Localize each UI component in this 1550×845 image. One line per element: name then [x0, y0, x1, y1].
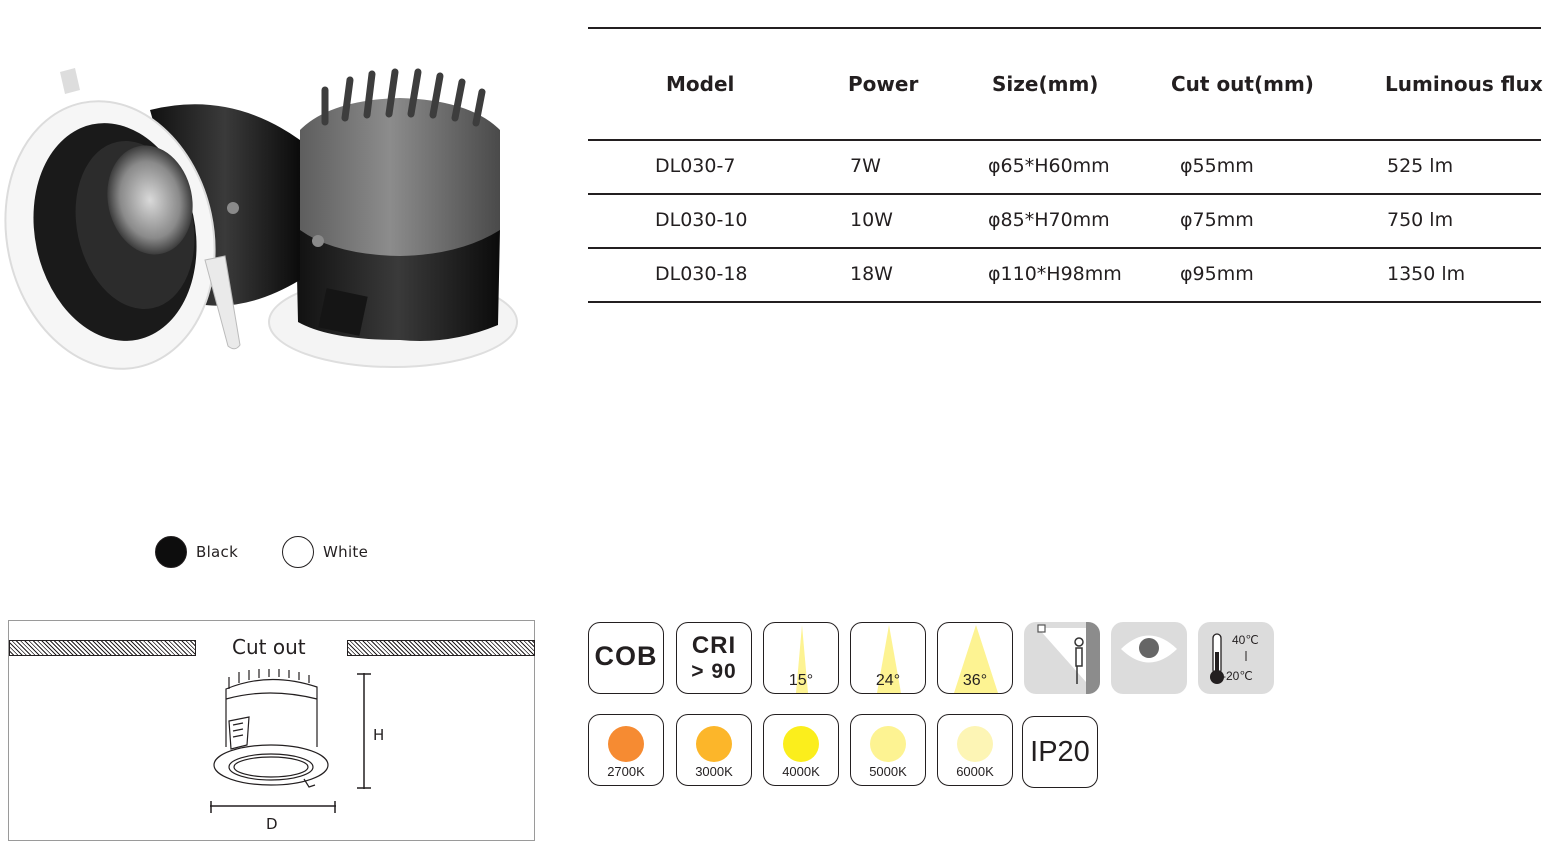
- anti-glare-badge: [1111, 622, 1187, 694]
- cob-label: COB: [594, 641, 658, 671]
- cell-cutout: φ55mm: [1180, 155, 1254, 177]
- ceiling-section-left: [9, 640, 196, 656]
- header-model: Model: [666, 72, 735, 96]
- color-label: Black: [196, 543, 239, 561]
- ceiling-section-right: [347, 640, 535, 656]
- color-option-black: Black: [155, 536, 238, 568]
- operating-temperature-badge: 40℃ -20℃: [1198, 622, 1274, 694]
- cell-power: 10W: [850, 209, 893, 231]
- table-header-row: Model Power Size(mm) Cut out(mm) Luminou…: [588, 29, 1543, 141]
- cct-label: 4000K: [782, 764, 820, 779]
- color-dot: [696, 726, 732, 762]
- cri-badge: CRI > 90: [676, 622, 752, 694]
- cut-out-label: Cut out: [232, 635, 306, 659]
- downlight-unit-left: [4, 68, 300, 370]
- cell-size: φ65*H60mm: [988, 155, 1110, 177]
- cri-label: CRI: [691, 632, 737, 659]
- cell-cutout: φ95mm: [1180, 263, 1254, 285]
- color-dot: [957, 726, 993, 762]
- spec-table: Model Power Size(mm) Cut out(mm) Luminou…: [588, 27, 1543, 303]
- cell-power: 7W: [850, 155, 881, 177]
- color-label: White: [323, 543, 369, 561]
- dimension-drawing: Cut out H D: [8, 620, 535, 841]
- beam-angle-label: 36°: [962, 672, 988, 689]
- white-swatch: [282, 536, 314, 568]
- height-label: H: [373, 726, 385, 744]
- product-photo: [4, 68, 518, 370]
- cell-model: DL030-10: [655, 209, 748, 231]
- table-row: DL030-18 18W φ110*H98mm φ95mm 1350 lm: [588, 249, 1541, 303]
- cell-power: 18W: [850, 263, 893, 285]
- temp-low-label: -20℃: [1222, 669, 1253, 683]
- cct-4000k: 4000K: [763, 714, 839, 786]
- cell-model: DL030-7: [655, 155, 736, 177]
- color-dot: [783, 726, 819, 762]
- cct-3000k: 3000K: [676, 714, 752, 786]
- height-dimension-line: [357, 673, 371, 789]
- cct-5000k: 5000K: [850, 714, 926, 786]
- cell-luminous-flux: 750 lm: [1387, 209, 1454, 231]
- beam-angle-label: 15°: [788, 672, 814, 689]
- wall-wash-badge: [1024, 622, 1100, 694]
- ip-rating-badge: IP20: [1022, 716, 1098, 788]
- cct-label: 3000K: [695, 764, 733, 779]
- fixture-outline-drawing: [213, 669, 329, 788]
- cct-6000k: 6000K: [937, 714, 1013, 786]
- beam-angle-label: 24°: [875, 672, 901, 689]
- black-swatch: [155, 536, 187, 568]
- cell-size: φ85*H70mm: [988, 209, 1110, 231]
- table-row: DL030-7 7W φ65*H60mm φ55mm 525 lm: [588, 141, 1541, 195]
- table-row: DL030-10 10W φ85*H70mm φ75mm 750 lm: [588, 195, 1541, 249]
- cri-value: > 90: [691, 660, 737, 683]
- cell-size: φ110*H98mm: [988, 263, 1122, 285]
- cct-label: 5000K: [869, 764, 907, 779]
- diameter-label: D: [266, 815, 278, 833]
- header-power: Power: [848, 72, 919, 96]
- cell-luminous-flux: 525 lm: [1387, 155, 1454, 177]
- beam-angle-24: 24°: [850, 622, 926, 694]
- header-cutout: Cut out(mm): [1171, 72, 1314, 96]
- cell-cutout: φ75mm: [1180, 209, 1254, 231]
- downlight-unit-right: [268, 68, 518, 368]
- wall-wash-icon: [1037, 622, 1100, 694]
- temp-high-label: 40℃: [1232, 633, 1259, 647]
- color-dot: [870, 726, 906, 762]
- beam-angle-15: 15°: [763, 622, 839, 694]
- cob-badge: COB: [588, 622, 664, 694]
- cell-luminous-flux: 1350 lm: [1387, 263, 1466, 285]
- cct-2700k: 2700K: [588, 714, 664, 786]
- cct-label: 2700K: [607, 764, 645, 779]
- cct-label: 6000K: [956, 764, 994, 779]
- diameter-dimension-line: [210, 801, 336, 813]
- header-luminous-flux: Luminous flux: [1385, 72, 1543, 96]
- header-size: Size(mm): [992, 72, 1099, 96]
- color-option-white: White: [282, 536, 368, 568]
- cell-model: DL030-18: [655, 263, 748, 285]
- eye-icon: [1121, 635, 1177, 663]
- beam-angle-36: 36°: [937, 622, 1013, 694]
- color-dot: [608, 726, 644, 762]
